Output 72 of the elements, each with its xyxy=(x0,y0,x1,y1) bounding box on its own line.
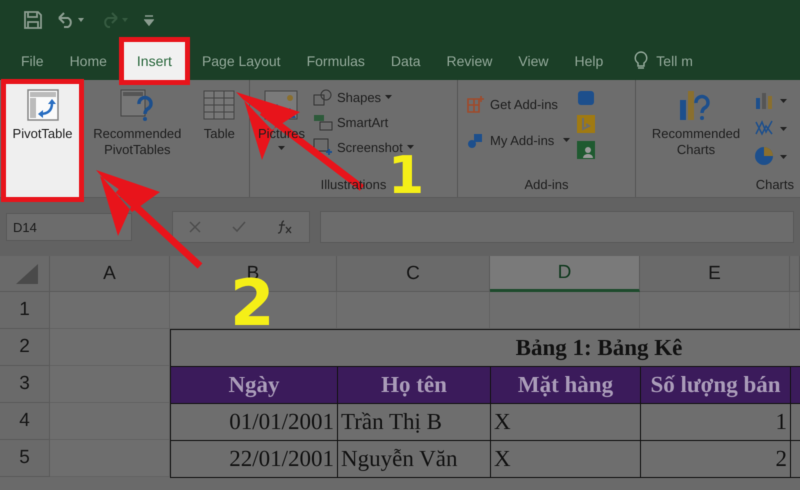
ribbon-tab[interactable]: View xyxy=(505,42,562,80)
sheet-cell[interactable] xyxy=(50,440,170,477)
column-header[interactable]: E xyxy=(640,256,790,292)
table-cell xyxy=(790,403,800,441)
pie-chart-icon[interactable] xyxy=(754,146,788,166)
sheet-cell[interactable] xyxy=(50,366,170,403)
sheet-cell[interactable] xyxy=(50,329,170,366)
row-header[interactable]: 5 xyxy=(0,440,50,477)
table-cell: 01/01/2001 xyxy=(170,403,338,441)
sheet-cell[interactable] xyxy=(337,292,490,329)
ribbon-tab[interactable]: Review xyxy=(434,42,506,80)
save-icon[interactable] xyxy=(24,11,42,29)
ribbon-tab[interactable]: Page Layout xyxy=(188,42,294,80)
table-cell: X xyxy=(490,440,641,478)
insert-function-icon[interactable] xyxy=(277,220,294,234)
sheet-cell[interactable] xyxy=(640,292,790,329)
caret-icon xyxy=(278,146,285,152)
lightbulb-icon xyxy=(634,51,648,71)
table-cell: Trần Thị B xyxy=(337,403,491,441)
table-cell: Nguyễn Văn xyxy=(337,440,491,478)
undo-icon[interactable] xyxy=(56,12,86,28)
recommended-charts-button[interactable]: Recommended Charts xyxy=(642,84,750,177)
table-header-cell: Họ tên xyxy=(337,366,491,404)
ribbon-tab[interactable]: Formulas xyxy=(294,42,378,80)
ribbon-button[interactable]: SmartArt xyxy=(310,111,416,133)
table-cell: 2 xyxy=(640,440,791,478)
people-graph-icon[interactable] xyxy=(576,140,596,160)
table-cell: 22/01/2001 xyxy=(170,440,338,478)
sheet-cell[interactable] xyxy=(50,403,170,440)
row-header[interactable]: 3 xyxy=(0,366,50,403)
ribbon-tab[interactable]: Help xyxy=(562,42,616,80)
ribbon-button[interactable]: PivotTable xyxy=(6,84,80,197)
table-header-cell: Mặt hàng xyxy=(490,366,641,404)
ribbon-tab[interactable]: Home xyxy=(56,42,120,80)
smartart-icon xyxy=(312,113,333,131)
table-header-cell: Số lượng bán xyxy=(640,366,791,404)
ribbon-tab[interactable]: Insert xyxy=(124,42,185,80)
table-icon xyxy=(202,88,236,122)
add-ins-icon xyxy=(466,94,486,114)
table-header-cell: Ngày xyxy=(170,366,338,404)
shapes-icon xyxy=(312,88,333,106)
table-header-cell xyxy=(790,366,800,404)
tell-me-field[interactable]: Tell m xyxy=(656,53,693,69)
column-header[interactable]: A xyxy=(50,256,170,292)
line-chart-icon[interactable] xyxy=(754,118,788,138)
table-title: Bảng 1: Bảng Kê xyxy=(170,329,800,367)
ribbon-button[interactable]: My Add-ins xyxy=(464,128,572,152)
sheet-cell[interactable] xyxy=(50,292,170,329)
ribbon-button[interactable]: Table xyxy=(196,84,243,197)
customize-toolbar-icon[interactable] xyxy=(144,14,154,26)
name-box[interactable]: D14 xyxy=(6,213,132,241)
enter-icon[interactable] xyxy=(232,221,246,233)
ribbon-tab[interactable]: File xyxy=(8,42,57,80)
table-cell: 1 xyxy=(640,403,791,441)
column-header[interactable]: C xyxy=(337,256,490,292)
sheet-cell[interactable] xyxy=(490,292,640,329)
column-header[interactable]: D xyxy=(490,256,640,292)
cancel-icon[interactable] xyxy=(188,221,201,233)
row-header[interactable]: 1 xyxy=(0,292,50,329)
screenshot-icon xyxy=(312,138,333,156)
bar-chart-icon[interactable] xyxy=(754,90,788,110)
pivot-table-icon xyxy=(26,88,60,122)
table-cell: X xyxy=(490,403,641,441)
sheet-cell[interactable] xyxy=(790,292,800,329)
ribbon-tab[interactable]: Data xyxy=(378,42,434,80)
ribbon-button[interactable]: Get Add-ins xyxy=(464,92,572,116)
group-label: Charts xyxy=(754,177,794,194)
ribbon-button[interactable]: Shapes xyxy=(310,86,416,108)
group-label: Add-ins xyxy=(523,177,570,194)
row-header[interactable]: 2 xyxy=(0,329,50,366)
row-header[interactable]: 4 xyxy=(0,403,50,440)
recommended-pivot-icon xyxy=(119,88,156,122)
